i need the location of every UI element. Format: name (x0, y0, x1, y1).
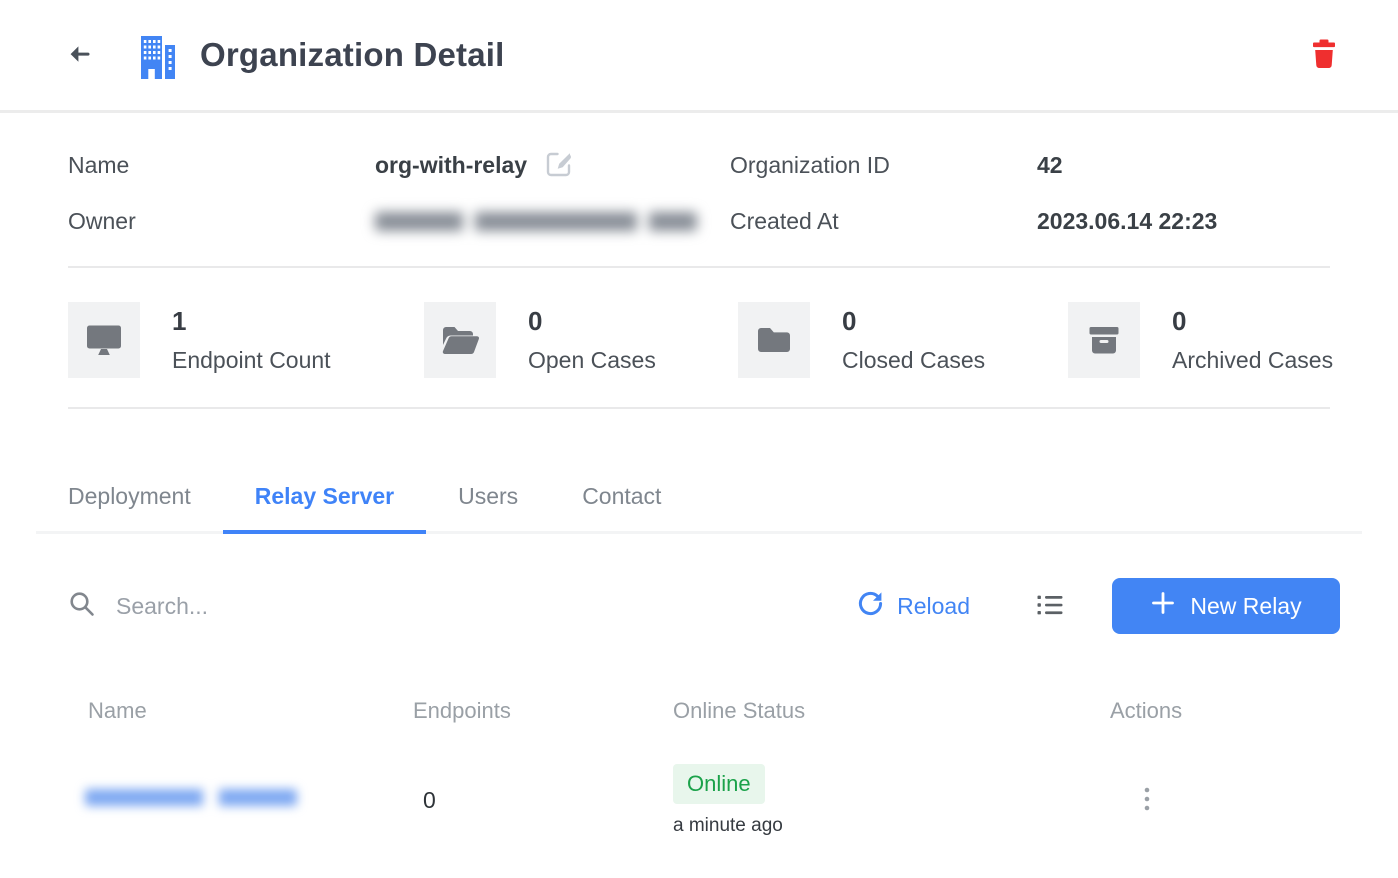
archive-icon (1068, 302, 1140, 378)
reload-button[interactable]: Reload (857, 590, 970, 623)
organization-building-icon (140, 31, 176, 79)
search-box (68, 590, 857, 623)
stat-endpoint-count: 1 Endpoint Count (68, 302, 424, 378)
kebab-menu-icon (1142, 800, 1152, 815)
stats-row: 1 Endpoint Count 0 Open Cases (0, 268, 1398, 378)
open-cases-label: Open Cases (528, 347, 656, 374)
search-input[interactable] (116, 593, 556, 620)
column-header-endpoints: Endpoints (413, 698, 673, 724)
stat-open-cases: 0 Open Cases (424, 302, 738, 378)
tab-users[interactable]: Users (426, 483, 550, 534)
monitor-icon (68, 302, 140, 378)
organization-id-value: 42 (1037, 152, 1063, 179)
column-header-online-status: Online Status (673, 698, 1110, 724)
edit-name-button[interactable] (541, 146, 577, 185)
new-relay-label: New Relay (1190, 593, 1301, 620)
archived-cases-label: Archived Cases (1172, 347, 1333, 374)
folder-open-icon (424, 302, 496, 378)
owner-value-redacted (375, 212, 697, 231)
delete-organization-button[interactable] (1306, 34, 1342, 77)
reload-label: Reload (897, 593, 970, 620)
tab-contact[interactable]: Contact (550, 483, 693, 534)
owner-label: Owner (68, 208, 375, 235)
stat-archived-cases: 0 Archived Cases (1068, 302, 1333, 378)
tab-deployment[interactable]: Deployment (36, 483, 223, 534)
arrow-left-icon (64, 38, 96, 73)
endpoint-count-label: Endpoint Count (172, 347, 331, 374)
online-status-badge: Online (673, 764, 765, 804)
name-label: Name (68, 152, 375, 179)
open-cases-value: 0 (528, 306, 656, 337)
edit-icon (545, 150, 573, 181)
tab-relay-server[interactable]: Relay Server (223, 483, 426, 534)
created-at-label: Created At (730, 208, 1037, 235)
last-seen-text: a minute ago (673, 815, 783, 837)
back-button[interactable] (60, 34, 100, 77)
column-header-name: Name (68, 698, 413, 724)
created-at-field: Created At 2023.06.14 22:23 (730, 193, 1330, 249)
top-bar: Organization Detail (0, 0, 1398, 110)
tab-bar: Deployment Relay Server Users Contact (36, 409, 1362, 534)
relay-online-status-cell: Online a minute ago (673, 764, 1110, 837)
page-title: Organization Detail (200, 36, 505, 74)
name-value: org-with-relay (375, 152, 527, 179)
closed-cases-label: Closed Cases (842, 347, 985, 374)
organization-info: Name org-with-relay Owner (0, 113, 1398, 249)
name-field: Name org-with-relay (68, 137, 730, 193)
organization-id-field: Organization ID 42 (730, 137, 1330, 193)
closed-cases-value: 0 (842, 306, 985, 337)
organization-detail-page: Organization Detail Name org-with-relay (0, 0, 1398, 878)
table-row: 0 Online a minute ago (68, 750, 1330, 850)
relay-endpoints-value: 0 (413, 787, 673, 814)
list-view-button[interactable] (1032, 589, 1068, 624)
relay-table: Name Endpoints Online Status Actions 0 O… (68, 698, 1330, 850)
folder-icon (738, 302, 810, 378)
endpoint-count-value: 1 (172, 306, 331, 337)
owner-field: Owner (68, 193, 730, 249)
table-header: Name Endpoints Online Status Actions (68, 698, 1330, 724)
trash-icon (1310, 38, 1338, 73)
relay-toolbar: Reload New Relay (0, 578, 1398, 634)
plus-icon (1150, 590, 1176, 622)
organization-id-label: Organization ID (730, 152, 1037, 179)
row-actions-menu-button[interactable] (1134, 782, 1160, 819)
stat-closed-cases: 0 Closed Cases (738, 302, 1068, 378)
info-left-column: Name org-with-relay Owner (68, 137, 730, 249)
reload-icon (857, 590, 884, 623)
relay-name-link-redacted[interactable] (85, 789, 297, 806)
search-icon (68, 590, 96, 623)
created-at-value: 2023.06.14 22:23 (1037, 208, 1217, 235)
new-relay-button[interactable]: New Relay (1112, 578, 1340, 634)
archived-cases-value: 0 (1172, 306, 1333, 337)
list-icon (1036, 593, 1064, 620)
info-right-column: Organization ID 42 Created At 2023.06.14… (730, 137, 1330, 249)
column-header-actions: Actions (1110, 698, 1330, 724)
